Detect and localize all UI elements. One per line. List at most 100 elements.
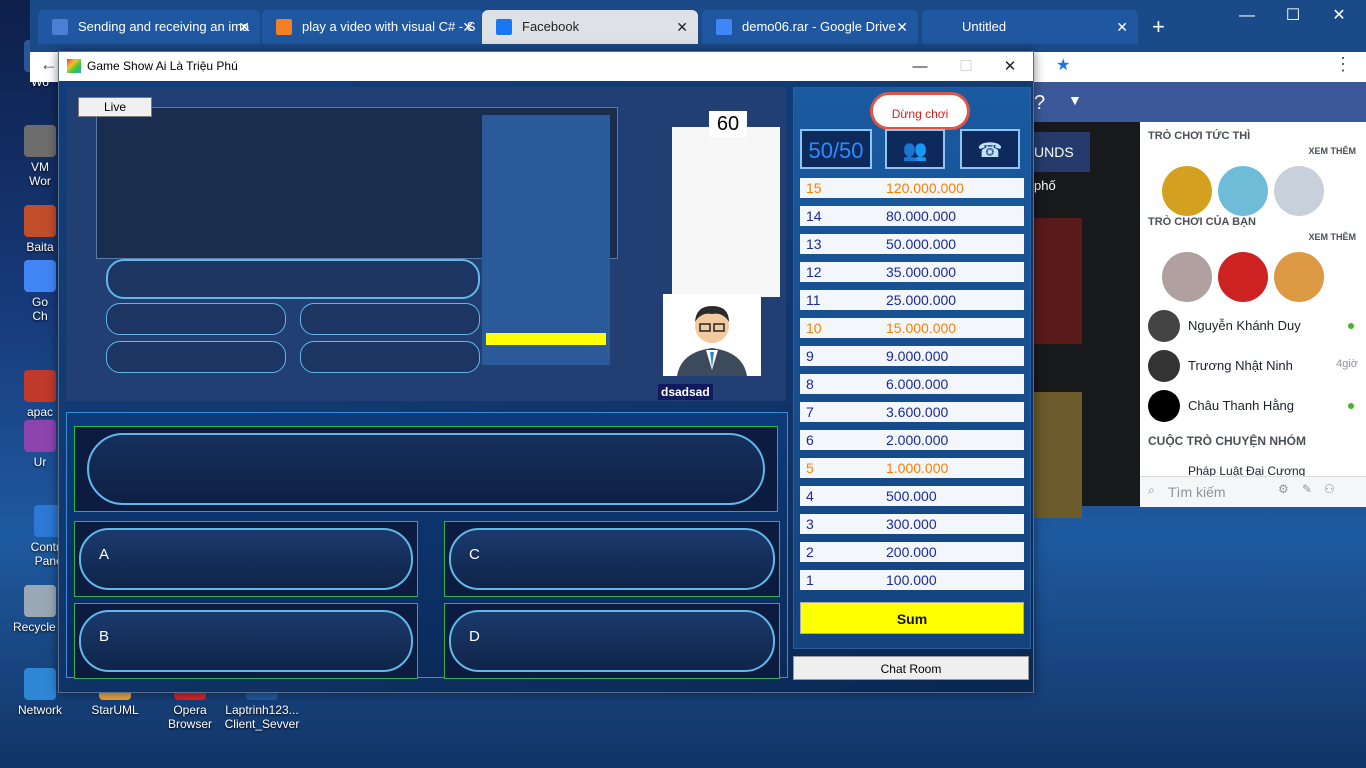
contact-item[interactable]: Trương Nhật Ninh 4giờ bbox=[1148, 350, 1358, 384]
close-icon[interactable]: ✕ bbox=[238, 10, 250, 44]
chevron-down-icon[interactable]: ▼ bbox=[1068, 92, 1082, 108]
live-button[interactable]: Live bbox=[78, 97, 152, 117]
gear-icon[interactable]: ⚙ bbox=[1278, 482, 1289, 496]
nested-answer bbox=[106, 341, 286, 373]
prize-amount: 6.000.000 bbox=[886, 376, 949, 392]
sum-button[interactable]: Sum bbox=[800, 602, 1024, 634]
back-icon[interactable]: ← bbox=[40, 54, 58, 75]
facebook-game-feed: UNDS phố bbox=[1034, 122, 1140, 518]
prize-amount: 100.000 bbox=[886, 572, 937, 588]
browser-tab-2[interactable]: Facebook ✕ bbox=[482, 10, 698, 44]
prize-amount: 120.000.000 bbox=[886, 180, 964, 196]
prize-level-number: 6 bbox=[806, 432, 814, 448]
live-video-preview: Live 60 dsadsad bbox=[66, 87, 786, 401]
prize-level-row: 10 15.000.000 bbox=[800, 318, 1024, 338]
answer-label: A bbox=[99, 546, 110, 563]
search-input[interactable]: Tìm kiếm bbox=[1168, 484, 1226, 500]
prize-level-number: 7 bbox=[806, 404, 814, 420]
prize-level-number: 12 bbox=[806, 264, 822, 280]
contact-item[interactable]: Nguyễn Khánh Duy bbox=[1148, 310, 1358, 344]
group-icon[interactable]: ⚇ bbox=[1324, 482, 1335, 496]
game-window: Game Show Ai Là Triệu Phú — ☐ ✕ Live 60 bbox=[58, 51, 1034, 693]
contact-item[interactable]: Châu Thanh Hằng bbox=[1148, 390, 1358, 424]
prize-level-row: 6 2.000.000 bbox=[800, 430, 1024, 450]
prize-level-row: 15 120.000.000 bbox=[800, 178, 1024, 198]
prize-level-row: 3 300.000 bbox=[800, 514, 1024, 534]
browser-tab-3[interactable]: demo06.rar - Google Drive ✕ bbox=[702, 10, 918, 44]
user-avatar-icon bbox=[663, 294, 761, 376]
prize-level-row: 4 500.000 bbox=[800, 486, 1024, 506]
see-more-link[interactable]: XEM THÊM bbox=[1308, 146, 1356, 156]
tab-favicon-icon bbox=[276, 19, 292, 35]
prize-level-row: 13 50.000.000 bbox=[800, 234, 1024, 254]
baita-icon bbox=[24, 205, 56, 237]
browser-tab-1[interactable]: play a video with visual C# - S ✕ bbox=[262, 10, 484, 44]
bookmark-star-icon[interactable]: ★ bbox=[1056, 55, 1070, 75]
answer-label: B bbox=[99, 628, 110, 645]
game-thumbnail[interactable] bbox=[1034, 218, 1082, 344]
compose-icon[interactable]: ✎ bbox=[1302, 482, 1312, 496]
recycle-bin-icon bbox=[24, 585, 56, 617]
game-avatar[interactable] bbox=[1162, 252, 1212, 302]
close-icon[interactable]: ✕ bbox=[462, 10, 474, 44]
prize-amount: 2.000.000 bbox=[886, 432, 949, 448]
apache-icon bbox=[24, 370, 56, 402]
close-icon[interactable]: ✕ bbox=[896, 10, 908, 44]
google-drive-icon bbox=[716, 19, 732, 35]
close-icon[interactable]: ✕ bbox=[676, 10, 688, 44]
menu-icon[interactable]: ⋮ bbox=[1334, 54, 1352, 75]
chat-room-button[interactable]: Chat Room bbox=[793, 656, 1029, 680]
browser-minimize-button[interactable]: — bbox=[1224, 0, 1270, 32]
game-avatar[interactable] bbox=[1162, 166, 1212, 216]
browser-tab-4[interactable]: Untitled ✕ bbox=[922, 10, 1138, 44]
prize-level-row: 2 200.000 bbox=[800, 542, 1024, 562]
prize-level-number: 10 bbox=[806, 320, 822, 336]
prize-level-number: 9 bbox=[806, 348, 814, 364]
app-icon bbox=[67, 59, 81, 73]
answer-b-button[interactable]: B bbox=[74, 603, 418, 679]
group-chats-title: CUỘC TRÒ CHUYỆN NHÓM bbox=[1148, 434, 1306, 448]
minimize-button[interactable]: — bbox=[897, 52, 943, 81]
browser-maximize-button[interactable]: ☐ bbox=[1270, 0, 1316, 32]
desktop-icon-label: StarUML bbox=[91, 703, 139, 717]
prize-level-number: 3 bbox=[806, 516, 814, 532]
prize-level-number: 2 bbox=[806, 544, 814, 560]
game-banner-text: UNDS bbox=[1034, 132, 1090, 172]
maximize-button[interactable]: ☐ bbox=[943, 52, 989, 81]
avatar bbox=[1148, 310, 1180, 342]
answer-c-button[interactable]: C bbox=[444, 521, 780, 597]
phone-lifeline-icon[interactable]: ☎ bbox=[960, 129, 1020, 169]
audience-lifeline-icon[interactable]: 👥 bbox=[885, 129, 945, 169]
game-avatar[interactable] bbox=[1218, 252, 1268, 302]
prize-amount: 35.000.000 bbox=[886, 264, 957, 280]
game-thumbnail[interactable] bbox=[1034, 392, 1082, 518]
contact-search[interactable]: ⌕ Tìm kiếm ⚙ ✎ ⚇ bbox=[1140, 476, 1366, 507]
avatar bbox=[1148, 390, 1180, 422]
game-avatar[interactable] bbox=[1274, 166, 1324, 216]
close-icon[interactable]: ✕ bbox=[1116, 10, 1128, 44]
player-name: dsadsad bbox=[658, 384, 713, 400]
browser-tab-0[interactable]: Sending and receiving an ima ✕ bbox=[38, 10, 260, 44]
game-avatar[interactable] bbox=[1218, 166, 1268, 216]
answer-a-button[interactable]: A bbox=[74, 521, 418, 597]
answer-d-button[interactable]: D bbox=[444, 603, 780, 679]
prize-ladder-panel: Dừng chơi 50/50 👥 ☎ 15 120.000.000 14 80.00… bbox=[793, 87, 1031, 649]
online-status-icon bbox=[1348, 403, 1354, 409]
search-icon: ⌕ bbox=[1148, 483, 1155, 497]
desktop-icon-label: Network bbox=[17, 703, 62, 717]
see-more-link[interactable]: XEM THÊM bbox=[1308, 232, 1356, 242]
new-tab-button[interactable]: + bbox=[1152, 14, 1165, 40]
window-title: Game Show Ai Là Triệu Phú bbox=[87, 59, 238, 73]
game-caption: phố bbox=[1034, 178, 1056, 193]
game-avatar[interactable] bbox=[1274, 252, 1324, 302]
browser-close-button[interactable]: ✕ bbox=[1316, 0, 1362, 32]
fifty-fifty-lifeline[interactable]: 50/50 bbox=[800, 129, 872, 169]
prize-amount: 1.000.000 bbox=[886, 460, 949, 476]
help-icon[interactable]: ? bbox=[1034, 92, 1045, 115]
countdown-timer: 60 bbox=[709, 111, 747, 137]
google-chrome-icon bbox=[24, 260, 56, 292]
stop-game-button[interactable]: Dừng chơi bbox=[870, 92, 970, 130]
prize-level-number: 15 bbox=[806, 180, 822, 196]
close-button[interactable]: ✕ bbox=[987, 52, 1033, 81]
prize-amount: 3.600.000 bbox=[886, 404, 949, 420]
